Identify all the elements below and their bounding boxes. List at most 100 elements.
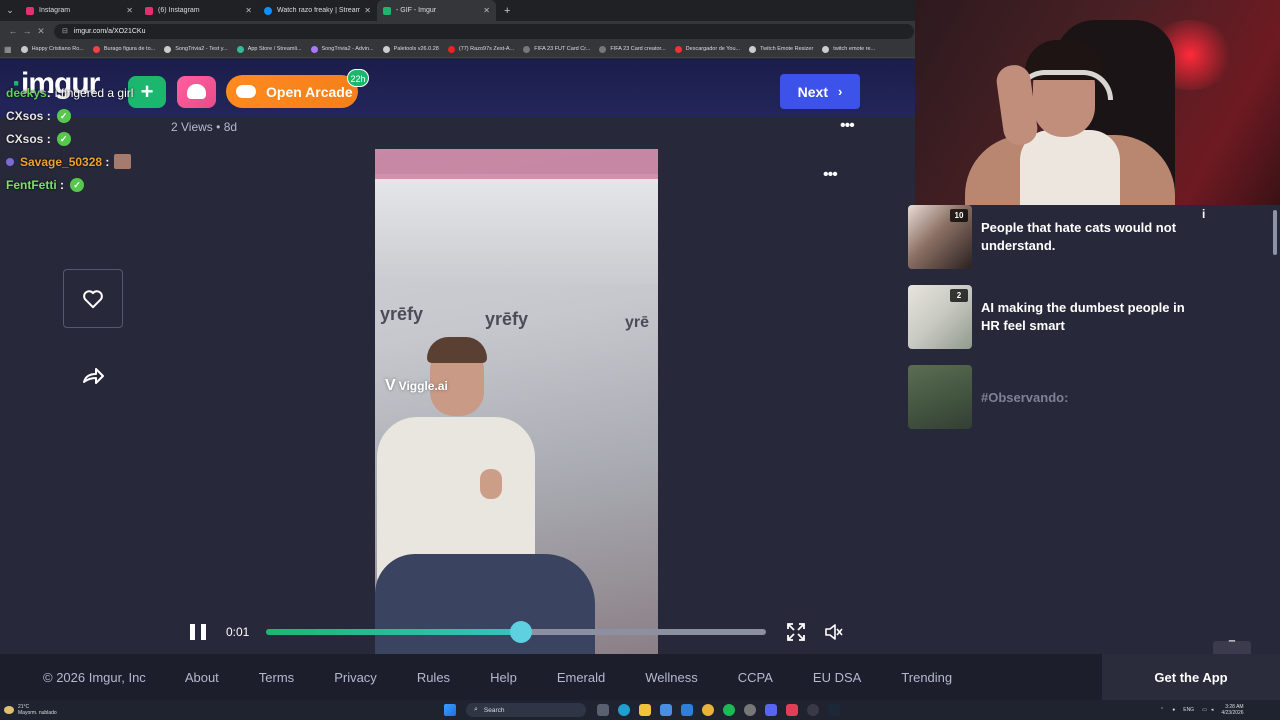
bookmark-item[interactable]: Happy Cristiano Ro... (20, 45, 84, 53)
spotify-icon[interactable] (722, 704, 735, 716)
steam-icon[interactable] (827, 704, 840, 716)
post-options-icon[interactable]: ••• (840, 117, 855, 135)
tray-chevron-icon[interactable]: ⌃ (1160, 707, 1164, 713)
taskbar-clock[interactable]: 3:28 AM 4/23/2026 (1221, 704, 1243, 716)
chat-colon: : (46, 85, 51, 100)
reload-icon[interactable]: ✕ (34, 26, 48, 37)
footer-link-emerald[interactable]: Emerald (557, 670, 605, 685)
tab-search-icon[interactable]: ⌄ (0, 5, 20, 16)
chat-username: CXsos (6, 131, 44, 146)
instagram-icon (26, 6, 34, 15)
taskbar-search[interactable]: ⌕ Search (466, 703, 586, 717)
task-view-icon[interactable] (596, 704, 609, 716)
network-icon[interactable]: ▭ (1202, 707, 1207, 713)
footer-link-wellness[interactable]: Wellness (645, 670, 698, 685)
page-scrollbar[interactable] (1273, 210, 1277, 255)
get-the-app-button[interactable]: Get the App (1102, 654, 1280, 700)
discord-icon[interactable] (764, 704, 777, 716)
store-icon[interactable] (659, 704, 672, 716)
music-icon[interactable] (785, 704, 798, 716)
footer-link-about[interactable]: About (185, 670, 219, 685)
back-icon[interactable]: ← (6, 26, 20, 36)
bookmark-item[interactable]: App Store / Streamli... (236, 45, 302, 53)
post-thumbnail[interactable]: 2 (908, 285, 972, 349)
scroll-to-top-button[interactable]: ▔ (1213, 641, 1251, 654)
browser-tab[interactable]: (6) Instagram ✕ (139, 0, 258, 21)
browser-tab-active[interactable]: - GIF - Imgur ✕ (377, 0, 496, 21)
post-thumbnail[interactable] (908, 365, 972, 429)
search-icon: ⌕ (474, 706, 478, 713)
fullscreen-icon[interactable] (786, 622, 806, 642)
footer-link-privacy[interactable]: Privacy (334, 670, 377, 685)
bookmark-item[interactable]: Burago figura de to... (92, 45, 155, 53)
video-sign-text: yrēfy (485, 309, 529, 329)
weather-widget[interactable]: 21°C Mayorm. nublado (4, 700, 57, 720)
chrome-icon[interactable] (701, 704, 714, 716)
settings-gear-icon[interactable] (743, 704, 756, 716)
browser-tab[interactable]: Instagram ✕ (20, 0, 139, 21)
bookmark-item[interactable]: FIFA 23 Card creator... (599, 45, 666, 53)
mail-icon[interactable] (680, 704, 693, 716)
url-text: imgur.com/a/XO21CKu (73, 27, 146, 35)
footer-link-ccpa[interactable]: CCPA (738, 670, 773, 685)
close-tab-icon[interactable]: ✕ (483, 6, 490, 15)
seek-knob[interactable] (510, 621, 533, 643)
footer-link-help[interactable]: Help (490, 670, 517, 685)
windows-start-icon[interactable] (444, 704, 456, 716)
close-tab-icon[interactable]: ✕ (364, 6, 371, 15)
gif-video-player[interactable]: yrēfy yrēfy yrē V Viggle.ai (375, 149, 658, 654)
related-post-title[interactable]: People that hate cats would not understa… (981, 219, 1206, 255)
related-post-title[interactable]: AI making the dumbest people in HR feel … (981, 299, 1206, 335)
next-post-button[interactable]: Next › (780, 74, 860, 109)
seek-bar[interactable] (266, 621, 767, 643)
profile-pet-button[interactable] (177, 76, 216, 108)
new-tab-icon[interactable]: + (504, 5, 510, 17)
post-thumbnail[interactable]: 10 (908, 205, 972, 269)
bookmark-item[interactable]: SongTrivia2 - Test y... (164, 45, 228, 53)
url-field[interactable]: ⊟ imgur.com/a/XO21CKu (54, 23, 914, 39)
like-button[interactable] (63, 269, 123, 328)
bookmark-item[interactable]: SongTrivia2 - Advin... (310, 45, 374, 53)
mic-icon[interactable]: ● (1172, 707, 1175, 713)
related-post-title[interactable]: #Observando: (981, 389, 1206, 407)
seek-bar-fill (266, 629, 522, 635)
file-explorer-icon[interactable] (638, 704, 651, 716)
muted-speaker-icon[interactable] (824, 622, 844, 642)
bookmark-item[interactable]: twitch emote re... (822, 45, 875, 53)
footer-link-eu-dsa[interactable]: EU DSA (813, 670, 861, 685)
edge-icon[interactable] (617, 704, 630, 716)
forward-icon[interactable]: → (20, 26, 34, 36)
bookmarks-bar: ▦ Happy Cristiano Ro... Burago figura de… (0, 41, 915, 58)
video-options-icon[interactable]: ••• (823, 166, 838, 184)
apps-grid-icon[interactable]: ▦ (4, 45, 12, 54)
webcam-person-tanktop (1020, 130, 1120, 205)
info-icon[interactable]: i (1202, 207, 1205, 221)
bookmark-item[interactable]: (77) Razo97s Zest-A... (447, 45, 515, 53)
image-count-badge: 2 (950, 289, 968, 302)
site-info-icon[interactable]: ⊟ (62, 27, 68, 35)
language-indicator[interactable]: ENG (1183, 707, 1194, 713)
footer-link-rules[interactable]: Rules (417, 670, 450, 685)
share-arrow-icon[interactable] (80, 364, 106, 388)
open-arcade-button[interactable]: Open Arcade (226, 75, 358, 108)
footer-link-trending[interactable]: Trending (901, 670, 952, 685)
related-post[interactable]: 10 People that hate cats would not under… (908, 205, 1208, 285)
related-post[interactable]: #Observando: (908, 365, 1208, 445)
close-tab-icon[interactable]: ✕ (245, 6, 252, 15)
new-post-button[interactable]: + (128, 76, 166, 108)
bookmark-item[interactable]: Descargador de You... (674, 45, 740, 53)
sub-badge-icon (6, 157, 14, 166)
bookmark-label: (77) Razo97s Zest-A... (458, 46, 515, 52)
pause-icon[interactable] (190, 624, 206, 640)
footer-link-terms[interactable]: Terms (259, 670, 294, 685)
related-post[interactable]: 2 AI making the dumbest people in HR fee… (908, 285, 1208, 365)
bookmark-item[interactable]: Paletools v26.0.28 (382, 45, 439, 53)
bookmark-item[interactable]: FIFA 23 FUT Card Cr... (523, 45, 590, 53)
volume-icon[interactable]: ◂ (1211, 707, 1214, 713)
bookmark-item[interactable]: Twitch Emote Resizer (749, 45, 813, 53)
bookmark-icon (674, 45, 682, 53)
chat-colon: : (43, 108, 51, 123)
obs-icon[interactable] (806, 704, 819, 716)
browser-tab[interactable]: Watch razo freaky | Streamable ✕ (258, 0, 377, 21)
close-tab-icon[interactable]: ✕ (126, 6, 133, 15)
